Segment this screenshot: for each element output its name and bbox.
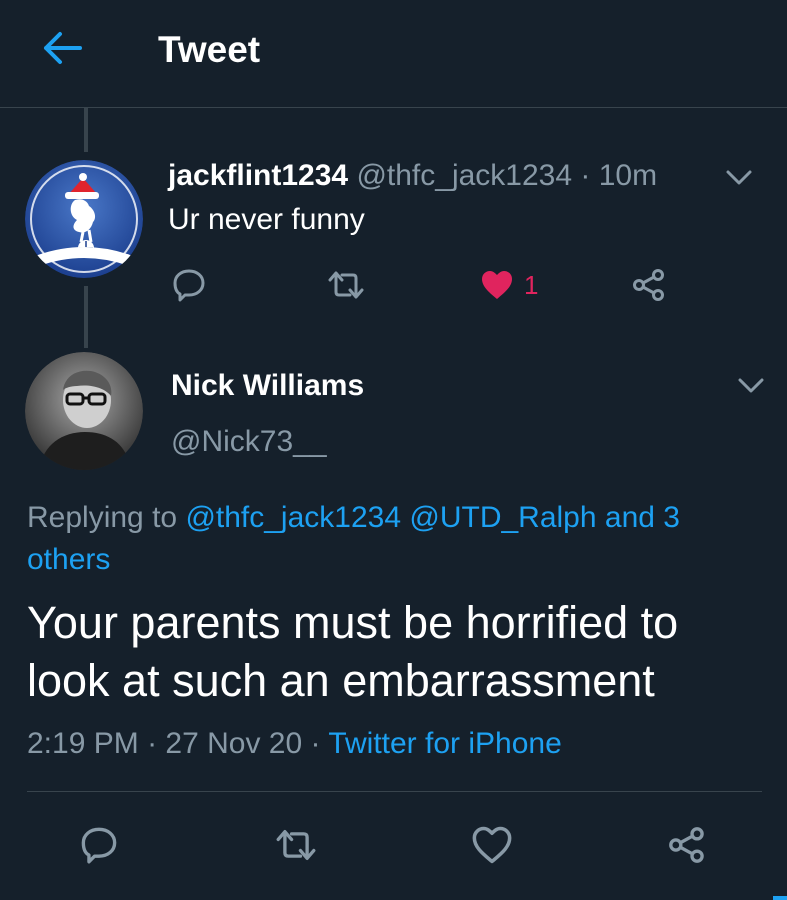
avatar[interactable] bbox=[25, 352, 143, 470]
separator-dot: · bbox=[147, 727, 158, 760]
avatar[interactable] bbox=[25, 160, 143, 278]
author-handle[interactable]: @Nick73__ bbox=[171, 422, 327, 462]
like-button[interactable]: 1 bbox=[480, 262, 538, 308]
thread-line-top bbox=[84, 108, 88, 152]
author-handle[interactable]: @thfc_jack1234 bbox=[356, 159, 572, 192]
mention-link[interactable]: @UTD_Ralph bbox=[409, 501, 596, 534]
share-icon bbox=[633, 269, 664, 301]
retweet-icon bbox=[276, 830, 316, 860]
reply-button[interactable] bbox=[80, 822, 118, 868]
like-icon bbox=[482, 271, 512, 299]
share-icon bbox=[669, 827, 704, 863]
tweet-action-bar bbox=[0, 822, 787, 868]
profile-photo-icon bbox=[25, 352, 143, 470]
replying-to: Replying to @thfc_jack1234 @UTD_Ralph an… bbox=[27, 497, 747, 581]
tweet-time: 10m bbox=[598, 159, 658, 192]
reply-button[interactable] bbox=[172, 262, 206, 308]
retweet-icon bbox=[328, 271, 364, 299]
like-button[interactable] bbox=[472, 822, 512, 868]
replying-prefix: Replying to bbox=[27, 501, 178, 534]
author-name[interactable]: Nick Williams bbox=[171, 366, 364, 406]
tweet-time: 2:19 PM bbox=[27, 727, 139, 760]
reply-icon bbox=[81, 827, 117, 864]
share-button[interactable] bbox=[632, 262, 666, 308]
like-icon bbox=[472, 826, 512, 864]
reply-icon bbox=[173, 269, 205, 302]
like-count: 1 bbox=[524, 269, 539, 300]
share-button[interactable] bbox=[668, 822, 706, 868]
back-arrow-icon bbox=[44, 32, 82, 64]
chevron-down-icon[interactable] bbox=[736, 376, 766, 396]
mention-link[interactable]: @thfc_jack1234 bbox=[185, 501, 401, 534]
tweet-text: Ur never funny bbox=[168, 203, 365, 236]
tweet-date: 27 Nov 20 bbox=[165, 727, 303, 760]
tweet-text: Your parents must be horrified to look a… bbox=[27, 597, 679, 706]
divider bbox=[27, 791, 762, 792]
tweet-source-link[interactable]: Twitter for iPhone bbox=[328, 727, 561, 760]
reply-header: jackflint1234 @thfc_jack1234 · 10m bbox=[168, 156, 657, 196]
chevron-down-icon[interactable] bbox=[724, 168, 754, 188]
author-name[interactable]: jackflint1234 bbox=[168, 159, 348, 192]
back-button[interactable] bbox=[38, 28, 84, 68]
page-title: Tweet bbox=[158, 29, 261, 70]
tweet-page: Tweet jackflint1234 @thfc_jack1234 · 10m… bbox=[0, 0, 787, 900]
scroll-indicator bbox=[773, 896, 787, 900]
separator-dot: · bbox=[580, 159, 591, 192]
retweet-button[interactable] bbox=[328, 262, 364, 308]
retweet-button[interactable] bbox=[276, 822, 316, 868]
tottenham-logo-icon bbox=[25, 160, 143, 278]
reply-action-bar: 1 bbox=[0, 262, 787, 308]
top-bar: Tweet bbox=[0, 0, 787, 108]
tweet-meta: 2:19 PM · 27 Nov 20 · Twitter for iPhone bbox=[27, 724, 562, 764]
separator-dot: · bbox=[310, 727, 321, 760]
